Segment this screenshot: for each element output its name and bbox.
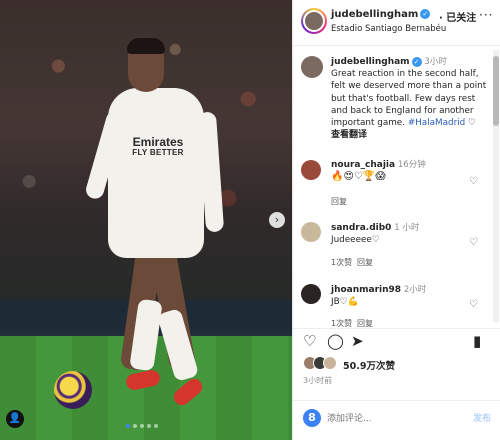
verified-badge-icon: ✓ [420, 9, 431, 19]
header-username-text[interactable]: judebellingham [331, 9, 418, 20]
see-translation-link[interactable]: 查看翻译 [331, 130, 367, 140]
bookmark-icon[interactable]: ▮ [473, 332, 481, 350]
heart-icon[interactable]: ♡ [469, 299, 478, 310]
post-comment-button[interactable]: 发布 [473, 411, 491, 424]
instagram-post-view: Emirates FLY BETTER › 👤 judebellingham ✓ … [0, 0, 500, 440]
heart-icon[interactable]: ♡ [469, 176, 478, 187]
comment-likes[interactable]: 1次赞 [331, 318, 352, 328]
carousel-dot [154, 424, 158, 428]
send-icon[interactable]: ➤ [351, 332, 364, 350]
carousel-dot [126, 424, 130, 428]
comment-text: 🔥😍♡🏆😱 [331, 171, 386, 183]
carousel-dot [133, 424, 137, 428]
reply-button[interactable]: 回复 [357, 257, 373, 268]
comment-time: 2小时 [403, 285, 427, 295]
heart-icon[interactable]: ♡ [469, 237, 478, 248]
verified-badge-icon: ✓ [411, 56, 422, 67]
avatar[interactable] [301, 160, 321, 180]
reply-button[interactable]: 回复 [357, 318, 373, 328]
comment-input[interactable] [327, 411, 447, 427]
comment-text: JB♡💪 [331, 297, 359, 308]
comment-item: jhoanmarin98 2小时 JB♡💪 [331, 284, 471, 308]
jersey-sponsor: Emirates FLY BETTER [128, 136, 188, 157]
comment-time: 16分钟 [397, 160, 426, 170]
caption-username[interactable]: judebellingham [331, 57, 410, 67]
location-link[interactable]: Estadio Santiago Bernabéu [331, 24, 446, 34]
heart-icon[interactable]: ♡ [468, 118, 476, 128]
avatar [323, 356, 337, 370]
comment-item: noura_chajia 16分钟 🔥😍♡🏆😱 [331, 159, 461, 183]
likes-count[interactable]: 50.9万次赞 [343, 358, 395, 372]
player-hair [127, 38, 165, 54]
comment-time: 1 小时 [394, 223, 420, 233]
scrollbar-thumb[interactable] [493, 56, 499, 126]
following-button[interactable]: · 已关注 [439, 9, 476, 24]
reply-button[interactable]: 回复 [331, 196, 347, 207]
jersey-slogan: FLY BETTER [132, 147, 184, 157]
avatar[interactable] [301, 8, 327, 34]
comment-icon[interactable]: ◯ [327, 332, 344, 350]
post-side-panel: judebellingham ✓ · 已关注 Estadio Santiago B… [292, 0, 500, 440]
avatar[interactable] [301, 222, 321, 242]
comment-item: sandra.dib0 1 小时 Judeeeee♡ [331, 222, 461, 246]
more-options-icon[interactable]: ··· [479, 8, 493, 22]
post-timestamp: 3小时前 [303, 376, 333, 385]
heart-icon[interactable]: ♡ [303, 332, 316, 350]
caption: judebellingham ✓ 3小时 Great reaction in th… [331, 56, 487, 141]
comment-username[interactable]: noura_chajia [331, 160, 395, 170]
chevron-right-icon[interactable]: › [269, 212, 285, 228]
avatar[interactable] [301, 284, 321, 304]
jersey-brand: Emirates [132, 135, 184, 149]
comment-likes[interactable]: 1次赞 [331, 257, 352, 268]
avatar[interactable] [301, 56, 323, 78]
carousel-dot [147, 424, 151, 428]
person-tag-icon[interactable]: 👤 [6, 410, 24, 428]
post-header: judebellingham ✓ · 已关注 Estadio Santiago B… [293, 0, 500, 46]
post-photo[interactable]: Emirates FLY BETTER › 👤 [0, 0, 292, 440]
comments-scrollbar[interactable] [493, 50, 499, 322]
action-bar: ♡ ◯ ➤ ▮ [293, 332, 500, 354]
comment-username[interactable]: jhoanmarin98 [331, 285, 401, 295]
carousel-dots [126, 424, 158, 428]
header-username[interactable]: judebellingham ✓ [331, 9, 431, 20]
comment-composer: 8 发布 [293, 400, 500, 440]
comments-list[interactable]: judebellingham ✓ 3小时 Great reaction in th… [293, 46, 493, 328]
divider [293, 328, 500, 329]
caption-time: 3小时 [424, 57, 447, 67]
comment-text: Judeeeee♡ [331, 235, 380, 246]
avatar-image [303, 10, 325, 32]
carousel-dot [140, 424, 144, 428]
player-jersey [108, 88, 204, 258]
hashtag-link[interactable]: #HalaMadrid [408, 118, 465, 128]
football [54, 371, 92, 409]
comment-username[interactable]: sandra.dib0 [331, 223, 391, 233]
emoji-icon[interactable]: 8 [303, 409, 321, 427]
